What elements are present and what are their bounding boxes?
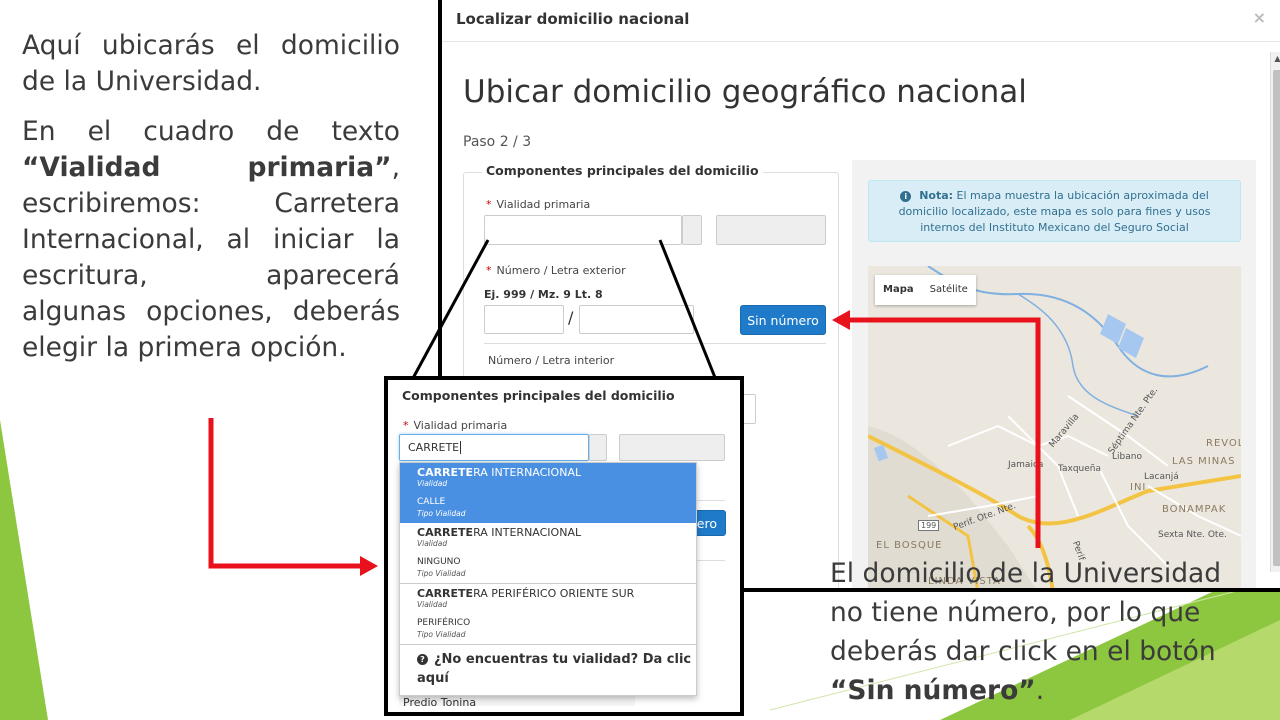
- instruction-text-right: El domicilio de la Universidad no tiene …: [830, 558, 1222, 706]
- arrowhead-icon: [360, 556, 378, 576]
- arrow-to-sin-numero: [850, 317, 1041, 548]
- arrow-to-dropdown: [208, 418, 362, 569]
- arrowhead-icon: [832, 310, 850, 330]
